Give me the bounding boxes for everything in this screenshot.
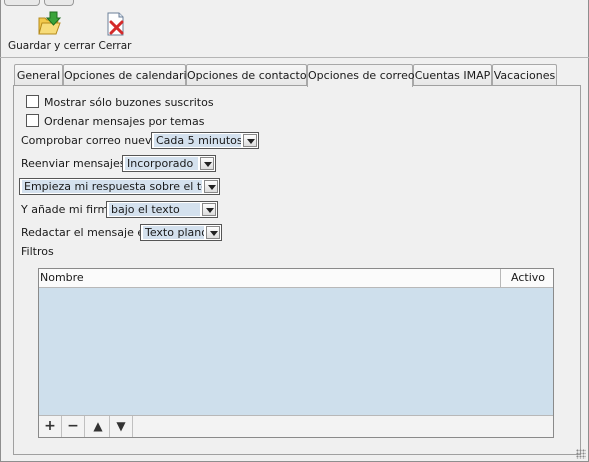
reply-position-value: Empieza mi respuesta sobre el texto (22, 180, 202, 193)
tab-vacations[interactable]: Vacaciones (492, 64, 557, 86)
forward-label: Reenviar mensajes: (21, 157, 130, 170)
add-filter-button[interactable]: + (39, 416, 62, 437)
check-mail-label: Comprobar correo nuevo: (21, 134, 162, 147)
show-subscribed-row[interactable]: Mostrar sólo buzones suscritos (26, 95, 214, 109)
remove-filter-button[interactable]: − (62, 416, 85, 437)
compose-label: Redactar el mensaje en (21, 226, 152, 239)
save-and-close-label: Guardar y cerrar (8, 40, 96, 52)
top-tab-stub (4, 0, 40, 6)
top-tab-stub (44, 0, 74, 6)
top-strip (0, 0, 589, 8)
close-button[interactable]: Cerrar (96, 10, 134, 52)
compose-format-value: Texto plano (143, 226, 204, 239)
show-subscribed-label: Mostrar sólo buzones suscritos (44, 96, 214, 109)
chevron-down-icon (204, 180, 218, 193)
mail-options-panel: Mostrar sólo buzones suscritos Ordenar m… (13, 85, 581, 455)
close-label: Cerrar (98, 40, 132, 52)
resize-grip[interactable] (576, 449, 586, 459)
signature-value: bajo el texto (109, 203, 200, 216)
chevron-down-icon (202, 203, 216, 216)
reply-position-select[interactable]: Empieza mi respuesta sobre el texto (19, 178, 220, 195)
show-subscribed-checkbox[interactable] (26, 95, 39, 108)
chevron-down-icon (206, 226, 220, 239)
folder-save-icon (34, 10, 64, 38)
compose-format-select[interactable]: Texto plano (140, 224, 222, 241)
tab-contact-options[interactable]: Opciones de contactos (186, 64, 312, 86)
toolbar: Guardar y cerrar Cerrar (0, 8, 589, 58)
filters-table: Nombre Activo + − ▲ ▼ (38, 268, 554, 438)
save-and-close-button[interactable]: Guardar y cerrar (8, 10, 96, 52)
tab-calendar-options[interactable]: Opciones de calendario (63, 64, 193, 86)
chevron-down-icon (200, 157, 214, 170)
sort-threads-checkbox[interactable] (26, 114, 39, 127)
filters-table-header: Nombre Activo (39, 269, 553, 288)
filters-label: Filtros (21, 245, 54, 258)
check-mail-value: Cada 5 minutos (154, 134, 241, 147)
forward-select[interactable]: Incorporado (122, 155, 216, 172)
tab-imap-accounts[interactable]: Cuentas IMAP (413, 64, 492, 86)
move-down-button[interactable]: ▼ (110, 416, 133, 437)
check-mail-select[interactable]: Cada 5 minutos (151, 132, 259, 149)
tab-mail-options[interactable]: Opciones de correo (307, 64, 415, 87)
sort-threads-row[interactable]: Ordenar mensajes por temas (26, 114, 204, 128)
filters-table-body[interactable] (39, 288, 553, 415)
forward-value: Incorporado (125, 157, 198, 170)
close-document-icon (100, 10, 130, 38)
signature-select[interactable]: bajo el texto (106, 201, 218, 218)
tab-general[interactable]: General (14, 64, 63, 86)
move-up-button[interactable]: ▲ (87, 416, 110, 437)
filters-table-toolbar: + − ▲ ▼ (39, 415, 553, 437)
column-header-name[interactable]: Nombre (39, 269, 500, 288)
column-header-active[interactable]: Activo (500, 269, 554, 288)
signature-label: Y añade mi firma (21, 203, 115, 216)
sort-threads-label: Ordenar mensajes por temas (44, 115, 205, 128)
chevron-down-icon (243, 134, 257, 147)
